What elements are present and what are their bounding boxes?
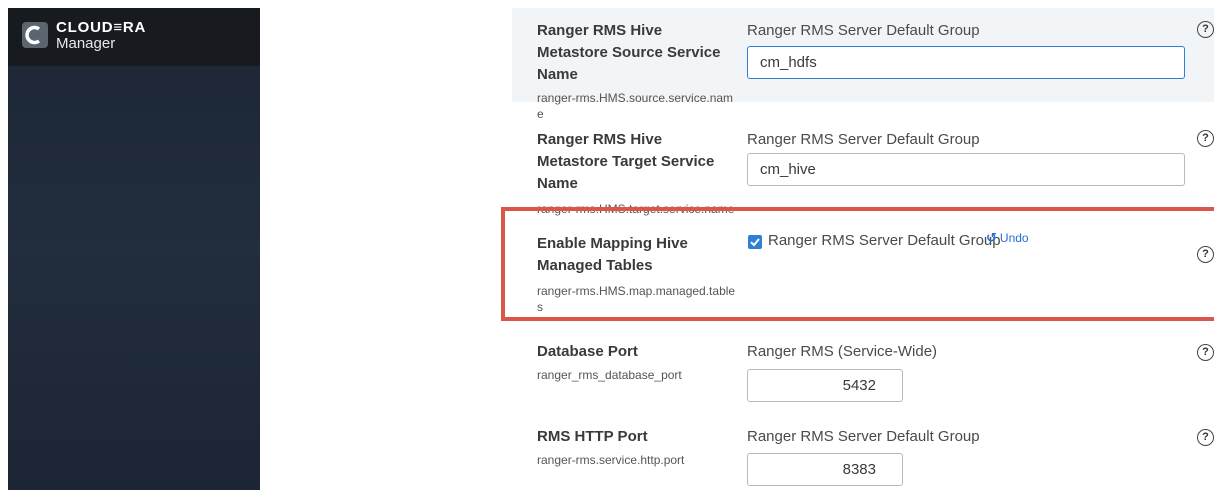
scope-label: Ranger RMS Server Default Group bbox=[747, 428, 980, 445]
help-icon[interactable]: ? bbox=[1197, 344, 1214, 361]
property-title: Database Port bbox=[537, 343, 638, 360]
property-title: Ranger RMS Hive Metastore Target Service… bbox=[537, 131, 715, 192]
config-row-database-port: Database Port ranger_rms_database_port R… bbox=[512, 324, 1214, 408]
config-label: Ranger RMS Hive Metastore Target Service… bbox=[537, 129, 737, 217]
brand-name: CLOUD≡RA bbox=[56, 19, 147, 36]
property-key: ranger-rms.service.http.port bbox=[537, 453, 685, 467]
highlight-box bbox=[501, 207, 1214, 321]
config-label: RMS HTTP Port ranger-rms.service.http.po… bbox=[537, 426, 737, 468]
target-service-name-input[interactable]: cm_hive bbox=[747, 153, 1185, 186]
database-port-input[interactable]: 5432 bbox=[747, 369, 903, 402]
cloudera-logo-icon bbox=[22, 22, 48, 48]
help-icon[interactable]: ? bbox=[1197, 429, 1214, 446]
source-service-name-input[interactable]: cm_hdfs bbox=[747, 46, 1185, 79]
config-row-source-service: Ranger RMS Hive Metastore Source Service… bbox=[512, 8, 1214, 121]
config-label: Database Port ranger_rms_database_port bbox=[537, 341, 737, 383]
sidebar-header[interactable]: CLOUD≡RA Manager bbox=[8, 8, 260, 66]
config-panel: Ranger RMS Hive Metastore Source Service… bbox=[260, 8, 1214, 490]
property-title: RMS HTTP Port bbox=[537, 428, 648, 445]
brand: CLOUD≡RA Manager bbox=[56, 20, 146, 52]
brand-product: Manager bbox=[56, 35, 116, 52]
config-row-http-port: RMS HTTP Port ranger-rms.service.http.po… bbox=[512, 408, 1214, 490]
scope-label: Ranger RMS Server Default Group bbox=[747, 22, 980, 39]
property-key: ranger_rms_database_port bbox=[537, 368, 682, 382]
help-icon[interactable]: ? bbox=[1197, 21, 1214, 38]
help-icon[interactable]: ? bbox=[1197, 130, 1214, 147]
scope-label: Ranger RMS (Service-Wide) bbox=[747, 343, 938, 360]
config-row-target-service: Ranger RMS Hive Metastore Target Service… bbox=[512, 102, 1214, 216]
http-port-input[interactable]: 8383 bbox=[747, 453, 903, 486]
sidebar: CLOUD≡RA Manager bbox=[8, 8, 260, 490]
scope-label: Ranger RMS Server Default Group bbox=[747, 131, 980, 148]
property-title: Ranger RMS Hive Metastore Source Service… bbox=[537, 22, 721, 83]
